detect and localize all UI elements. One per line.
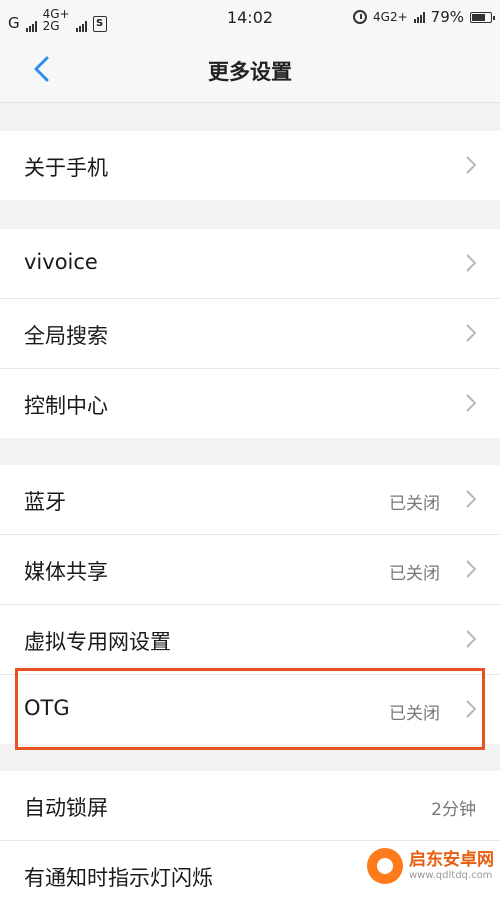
chevron-right-icon [466,254,477,272]
settings-item-value: 已关闭 [389,494,440,514]
settings-item-media-share[interactable]: 媒体共享 已关闭 [0,535,500,605]
chevron-right-icon [466,156,477,174]
network-right: 4G2+ [373,10,408,24]
settings-item-label: 关于手机 [24,156,108,180]
settings-group: 蓝牙 已关闭 媒体共享 已关闭 虚拟专用网设置 OTG 已关闭 [0,465,500,744]
settings-item-label: 蓝牙 [24,490,66,514]
settings-item-value: 2分钟 [431,800,476,820]
battery-percent: 79% [430,8,464,26]
settings-item-vpn[interactable]: 虚拟专用网设置 [0,605,500,675]
watermark: 启东安卓网 www.qdltdq.com [367,848,494,884]
battery-icon [470,11,495,23]
watermark-title: 启东安卓网 [409,850,494,871]
settings-item-about-phone[interactable]: 关于手机 [0,131,500,200]
settings-item-label: 虚拟专用网设置 [24,630,171,654]
settings-item-label: 控制中心 [24,394,108,418]
navigation-bar: 更多设置 [0,36,500,103]
settings-item-label: 媒体共享 [24,560,108,584]
settings-item-label: 全局搜索 [24,324,108,348]
alarm-icon [353,10,368,24]
settings-item-label: 有通知时指示灯闪烁 [24,866,213,890]
chevron-right-icon [466,630,477,648]
settings-item-value: 已关闭 [389,564,440,584]
settings-item-auto-lock[interactable]: 自动锁屏 2分钟 [0,771,500,841]
chevron-right-icon [466,394,477,412]
status-bar: G 4G+ 2G S 14:02 4G2+ 79% [0,0,500,36]
chevron-right-icon [466,700,477,718]
settings-item-otg[interactable]: OTG 已关闭 [0,675,500,744]
page-title: 更多设置 [208,60,292,84]
settings-item-bluetooth[interactable]: 蓝牙 已关闭 [0,465,500,535]
settings-item-vivoice[interactable]: vivoice [0,229,500,299]
chevron-right-icon [466,560,477,578]
settings-item-control-center[interactable]: 控制中心 [0,369,500,438]
chevron-right-icon [466,324,477,342]
settings-item-value: 已关闭 [389,704,440,724]
settings-item-label: vivoice [24,250,98,274]
settings-item-global-search[interactable]: 全局搜索 [0,299,500,369]
settings-group: 自动锁屏 2分钟 有通知时指示灯闪烁 [0,771,500,910]
settings-item-label: OTG [24,696,70,720]
settings-group: vivoice 全局搜索 控制中心 [0,229,500,438]
settings-item-label: 自动锁屏 [24,796,108,820]
watermark-url: www.qdltdq.com [409,869,493,881]
watermark-logo-icon [367,848,403,884]
status-right: 4G2+ 79% [353,8,495,26]
signal-icon [413,11,425,23]
chevron-right-icon [466,490,477,508]
settings-group: 关于手机 [0,131,500,200]
